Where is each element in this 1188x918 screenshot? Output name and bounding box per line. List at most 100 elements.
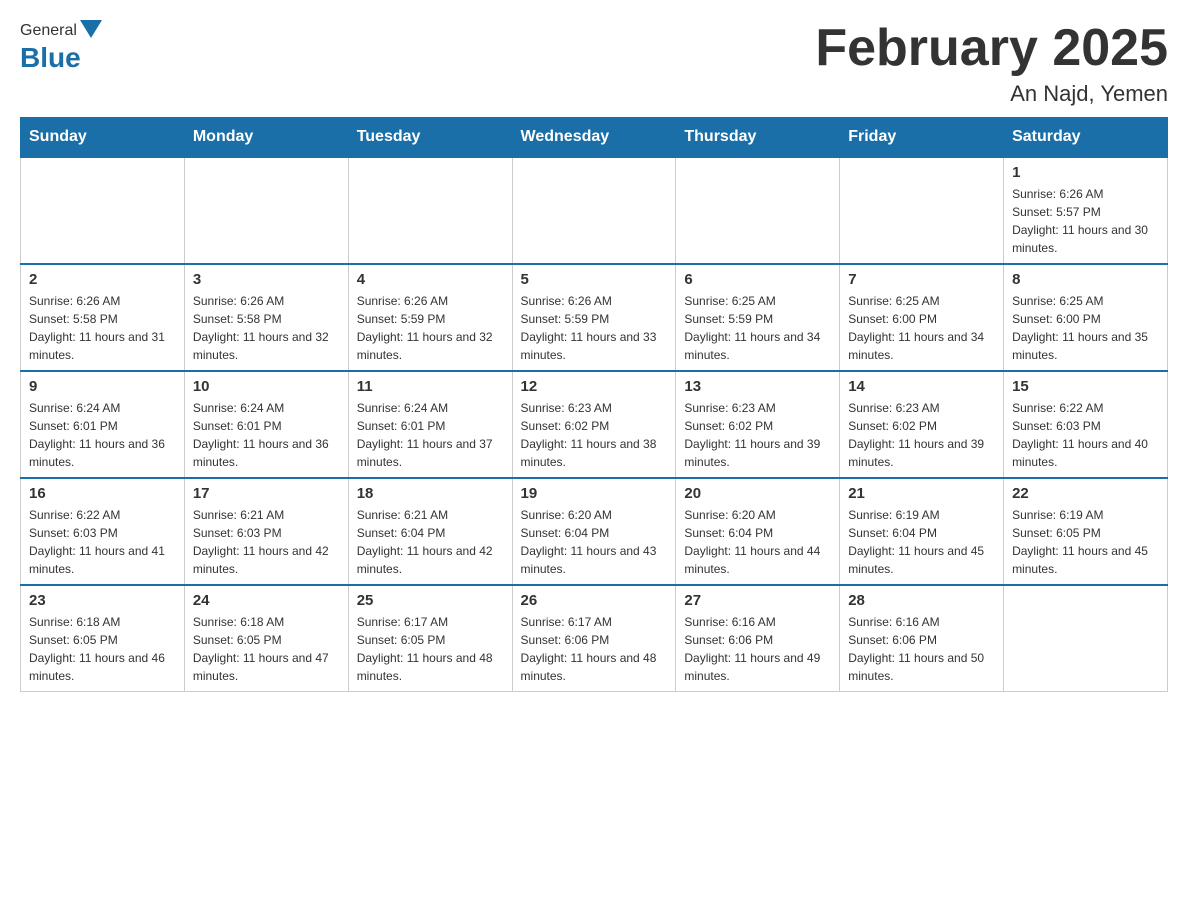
- calendar-cell: 28 Sunrise: 6:16 AMSunset: 6:06 PMDayligh…: [840, 585, 1004, 692]
- day-info: Sunrise: 6:24 AMSunset: 6:01 PMDaylight:…: [29, 399, 176, 471]
- day-number: 1: [1012, 164, 1159, 181]
- day-header-thursday: Thursday: [676, 118, 840, 158]
- day-header-sunday: Sunday: [21, 118, 185, 158]
- day-info: Sunrise: 6:16 AMSunset: 6:06 PMDaylight:…: [684, 613, 831, 685]
- day-info: Sunrise: 6:26 AMSunset: 5:58 PMDaylight:…: [29, 292, 176, 364]
- logo: General Blue: [20, 20, 103, 74]
- day-info: Sunrise: 6:26 AMSunset: 5:58 PMDaylight:…: [193, 292, 340, 364]
- calendar-cell: 17 Sunrise: 6:21 AMSunset: 6:03 PMDayligh…: [184, 478, 348, 585]
- calendar-cell: 26Sunrise: 6:17 AMSunset: 6:06 PMDayligh…: [512, 585, 676, 692]
- day-info: Sunrise: 6:25 AMSunset: 6:00 PMDaylight:…: [848, 292, 995, 364]
- day-number: 20: [684, 485, 831, 502]
- day-info: Sunrise: 6:25 AMSunset: 6:00 PMDaylight:…: [1012, 292, 1159, 364]
- day-number: 15: [1012, 378, 1159, 395]
- day-info: Sunrise: 6:18 AMSunset: 6:05 PMDaylight:…: [193, 613, 340, 685]
- day-number: 17: [193, 485, 340, 502]
- calendar-cell: 3 Sunrise: 6:26 AMSunset: 5:58 PMDaylight…: [184, 264, 348, 371]
- calendar-cell: 13 Sunrise: 6:23 AMSunset: 6:02 PMDayligh…: [676, 371, 840, 478]
- day-header-saturday: Saturday: [1004, 118, 1168, 158]
- calendar-week-1: 1 Sunrise: 6:26 AMSunset: 5:57 PMDaylight…: [21, 157, 1168, 264]
- calendar-week-5: 23 Sunrise: 6:18 AMSunset: 6:05 PMDayligh…: [21, 585, 1168, 692]
- day-info: Sunrise: 6:20 AMSunset: 6:04 PMDaylight:…: [684, 506, 831, 578]
- calendar-cell: 12 Sunrise: 6:23 AMSunset: 6:02 PMDayligh…: [512, 371, 676, 478]
- day-number: 11: [357, 378, 504, 395]
- day-number: 19: [521, 485, 668, 502]
- day-header-monday: Monday: [184, 118, 348, 158]
- day-header-wednesday: Wednesday: [512, 118, 676, 158]
- calendar-cell: 11 Sunrise: 6:24 AMSunset: 6:01 PMDayligh…: [348, 371, 512, 478]
- calendar-cell: [348, 157, 512, 264]
- calendar-cell: 5 Sunrise: 6:26 AMSunset: 5:59 PMDaylight…: [512, 264, 676, 371]
- page-title: February 2025: [815, 20, 1168, 77]
- calendar-cell: [512, 157, 676, 264]
- calendar-cell: 10 Sunrise: 6:24 AMSunset: 6:01 PMDayligh…: [184, 371, 348, 478]
- day-number: 12: [521, 378, 668, 395]
- day-info: Sunrise: 6:26 AMSunset: 5:59 PMDaylight:…: [521, 292, 668, 364]
- day-number: 3: [193, 271, 340, 288]
- calendar-cell: 23 Sunrise: 6:18 AMSunset: 6:05 PMDayligh…: [21, 585, 185, 692]
- day-info: Sunrise: 6:26 AMSunset: 5:57 PMDaylight:…: [1012, 185, 1159, 257]
- calendar-cell: 1 Sunrise: 6:26 AMSunset: 5:57 PMDaylight…: [1004, 157, 1168, 264]
- day-info: Sunrise: 6:23 AMSunset: 6:02 PMDaylight:…: [684, 399, 831, 471]
- day-info: Sunrise: 6:19 AMSunset: 6:04 PMDaylight:…: [848, 506, 995, 578]
- day-number: 18: [357, 485, 504, 502]
- calendar-cell: [184, 157, 348, 264]
- day-number: 13: [684, 378, 831, 395]
- day-number: 2: [29, 271, 176, 288]
- calendar-week-3: 9 Sunrise: 6:24 AMSunset: 6:01 PMDaylight…: [21, 371, 1168, 478]
- day-info: Sunrise: 6:23 AMSunset: 6:02 PMDaylight:…: [521, 399, 668, 471]
- calendar-table: SundayMondayTuesdayWednesdayThursdayFrid…: [20, 117, 1168, 692]
- day-info: Sunrise: 6:22 AMSunset: 6:03 PMDaylight:…: [29, 506, 176, 578]
- day-number: 28: [848, 592, 995, 609]
- day-info: Sunrise: 6:17 AMSunset: 6:05 PMDaylight:…: [357, 613, 504, 685]
- day-number: 23: [29, 592, 176, 609]
- calendar-cell: 21Sunrise: 6:19 AMSunset: 6:04 PMDayligh…: [840, 478, 1004, 585]
- calendar-cell: 25 Sunrise: 6:17 AMSunset: 6:05 PMDayligh…: [348, 585, 512, 692]
- day-info: Sunrise: 6:16 AMSunset: 6:06 PMDaylight:…: [848, 613, 995, 685]
- day-info: Sunrise: 6:19 AMSunset: 6:05 PMDaylight:…: [1012, 506, 1159, 578]
- day-number: 26: [521, 592, 668, 609]
- calendar-cell: 6 Sunrise: 6:25 AMSunset: 5:59 PMDaylight…: [676, 264, 840, 371]
- day-info: Sunrise: 6:25 AMSunset: 5:59 PMDaylight:…: [684, 292, 831, 364]
- day-info: Sunrise: 6:18 AMSunset: 6:05 PMDaylight:…: [29, 613, 176, 685]
- calendar-week-4: 16 Sunrise: 6:22 AMSunset: 6:03 PMDayligh…: [21, 478, 1168, 585]
- logo-general-text: General: [20, 22, 77, 40]
- calendar-cell: 18 Sunrise: 6:21 AMSunset: 6:04 PMDayligh…: [348, 478, 512, 585]
- day-number: 10: [193, 378, 340, 395]
- day-number: 4: [357, 271, 504, 288]
- day-number: 8: [1012, 271, 1159, 288]
- day-number: 16: [29, 485, 176, 502]
- day-header-friday: Friday: [840, 118, 1004, 158]
- day-number: 27: [684, 592, 831, 609]
- calendar-cell: 8 Sunrise: 6:25 AMSunset: 6:00 PMDaylight…: [1004, 264, 1168, 371]
- calendar-cell: [1004, 585, 1168, 692]
- day-number: 5: [521, 271, 668, 288]
- day-number: 24: [193, 592, 340, 609]
- day-number: 7: [848, 271, 995, 288]
- page-header: General Blue February 2025 An Najd, Yeme…: [20, 20, 1168, 107]
- day-number: 22: [1012, 485, 1159, 502]
- calendar-cell: 19 Sunrise: 6:20 AMSunset: 6:04 PMDayligh…: [512, 478, 676, 585]
- day-info: Sunrise: 6:24 AMSunset: 6:01 PMDaylight:…: [193, 399, 340, 471]
- calendar-cell: 16 Sunrise: 6:22 AMSunset: 6:03 PMDayligh…: [21, 478, 185, 585]
- day-info: Sunrise: 6:22 AMSunset: 6:03 PMDaylight:…: [1012, 399, 1159, 471]
- calendar-cell: 24 Sunrise: 6:18 AMSunset: 6:05 PMDayligh…: [184, 585, 348, 692]
- calendar-header-row: SundayMondayTuesdayWednesdayThursdayFrid…: [21, 118, 1168, 158]
- calendar-cell: 22 Sunrise: 6:19 AMSunset: 6:05 PMDayligh…: [1004, 478, 1168, 585]
- calendar-cell: 20 Sunrise: 6:20 AMSunset: 6:04 PMDayligh…: [676, 478, 840, 585]
- calendar-cell: 27 Sunrise: 6:16 AMSunset: 6:06 PMDayligh…: [676, 585, 840, 692]
- day-number: 9: [29, 378, 176, 395]
- day-info: Sunrise: 6:23 AMSunset: 6:02 PMDaylight:…: [848, 399, 995, 471]
- calendar-week-2: 2 Sunrise: 6:26 AMSunset: 5:58 PMDaylight…: [21, 264, 1168, 371]
- day-number: 6: [684, 271, 831, 288]
- calendar-cell: 14Sunrise: 6:23 AMSunset: 6:02 PMDayligh…: [840, 371, 1004, 478]
- calendar-cell: [840, 157, 1004, 264]
- day-info: Sunrise: 6:21 AMSunset: 6:03 PMDaylight:…: [193, 506, 340, 578]
- day-info: Sunrise: 6:20 AMSunset: 6:04 PMDaylight:…: [521, 506, 668, 578]
- day-info: Sunrise: 6:24 AMSunset: 6:01 PMDaylight:…: [357, 399, 504, 471]
- day-number: 25: [357, 592, 504, 609]
- logo-arrow-icon: [80, 20, 102, 42]
- calendar-cell: 15 Sunrise: 6:22 AMSunset: 6:03 PMDayligh…: [1004, 371, 1168, 478]
- day-info: Sunrise: 6:21 AMSunset: 6:04 PMDaylight:…: [357, 506, 504, 578]
- page-subtitle: An Najd, Yemen: [815, 81, 1168, 107]
